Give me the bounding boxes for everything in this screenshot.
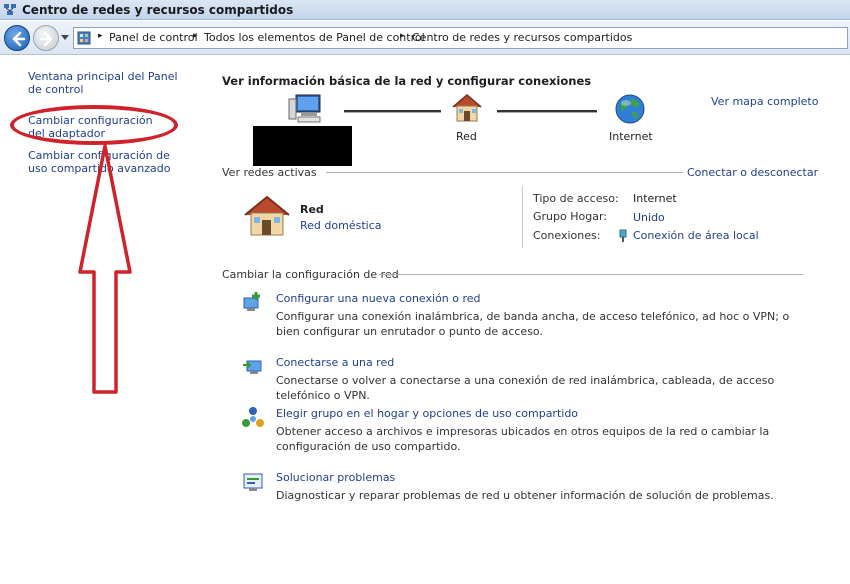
troubleshoot-icon	[243, 473, 263, 491]
redacted-computer-name	[253, 126, 352, 166]
forward-button[interactable]	[33, 25, 59, 51]
setup-connection-desc: Configurar una conexión inalámbrica, de …	[276, 310, 790, 338]
breadcrumb[interactable]: ▸ Panel de control ▸ Todos los elementos…	[73, 27, 848, 49]
homegroup-label: Grupo Hogar:	[533, 210, 607, 223]
network-center-icon	[4, 4, 16, 15]
crumb-control-panel[interactable]: Panel de control	[109, 31, 198, 44]
annotation-arrow-up	[78, 144, 132, 394]
homegroup-link[interactable]: Unido	[633, 211, 665, 224]
setup-connection-link[interactable]: Configurar una nueva conexión o red	[276, 292, 481, 305]
access-type-value: Internet	[633, 192, 677, 205]
chevron-right-icon[interactable]: ▸	[193, 31, 198, 41]
chevron-right-icon[interactable]: ▸	[400, 31, 405, 41]
control-panel-icon	[77, 31, 91, 45]
chevron-right-icon[interactable]: ▸	[98, 31, 103, 41]
house-large-icon	[244, 195, 290, 236]
recent-pages-chevron-icon[interactable]	[61, 35, 69, 41]
section-divider	[379, 274, 803, 275]
page-title: Ver información básica de la red y confi…	[222, 74, 592, 88]
connect-disconnect-link[interactable]: Conectar o desconectar	[687, 166, 818, 179]
arrow-left-icon	[12, 31, 26, 47]
connect-network-desc: Conectarse o volver a conectarse a una c…	[276, 374, 775, 402]
title-bar: Centro de redes y recursos compartidos	[0, 0, 850, 20]
vertical-divider	[522, 186, 523, 248]
local-area-connection-link[interactable]: Conexión de área local	[633, 229, 759, 242]
change-settings-title: Cambiar la configuración de red	[222, 268, 399, 281]
view-full-map-link[interactable]: Ver mapa completo	[711, 95, 818, 108]
new-connection-icon	[243, 292, 260, 311]
active-networks-title: Ver redes activas	[222, 166, 317, 179]
troubleshoot-desc: Diagnosticar y reparar problemas de red …	[276, 489, 774, 502]
access-type-label: Tipo de acceso:	[533, 192, 619, 205]
arrow-right-icon	[39, 31, 53, 47]
homegroup-options-desc: Obtener acceso a archivos e impresoras u…	[276, 425, 770, 453]
connection-line	[344, 110, 441, 113]
computer-icon	[288, 94, 321, 123]
troubleshoot-link[interactable]: Solucionar problemas	[276, 471, 395, 484]
back-button[interactable]	[4, 25, 30, 51]
internet-map-label: Internet	[609, 130, 653, 143]
left-link-control-panel-home[interactable]: Ventana principal del Panel de control	[28, 70, 188, 96]
network-type-link[interactable]: Red doméstica	[300, 219, 381, 232]
address-bar: ▸ Panel de control ▸ Todos los elementos…	[0, 21, 850, 55]
active-network-name: Red	[300, 203, 324, 216]
section-divider	[326, 172, 683, 173]
connect-network-icon	[243, 360, 262, 374]
homegroup-options-link[interactable]: Elegir grupo en el hogar y opciones de u…	[276, 407, 578, 420]
annotation-ellipse	[10, 105, 178, 145]
window-title: Centro de redes y recursos compartidos	[22, 3, 294, 17]
connections-label: Conexiones:	[533, 229, 601, 242]
homegroup-icon	[242, 407, 264, 427]
crumb-network-center[interactable]: Centro de redes y recursos compartidos	[412, 31, 632, 44]
network-map-label: Red	[456, 130, 477, 143]
connect-network-link[interactable]: Conectarse a una red	[276, 356, 394, 369]
ethernet-plug-icon	[619, 229, 627, 242]
connection-line	[497, 110, 597, 113]
house-network-icon	[452, 94, 482, 122]
crumb-all-items[interactable]: Todos los elementos de Panel de control	[204, 31, 425, 44]
globe-icon	[615, 94, 645, 124]
